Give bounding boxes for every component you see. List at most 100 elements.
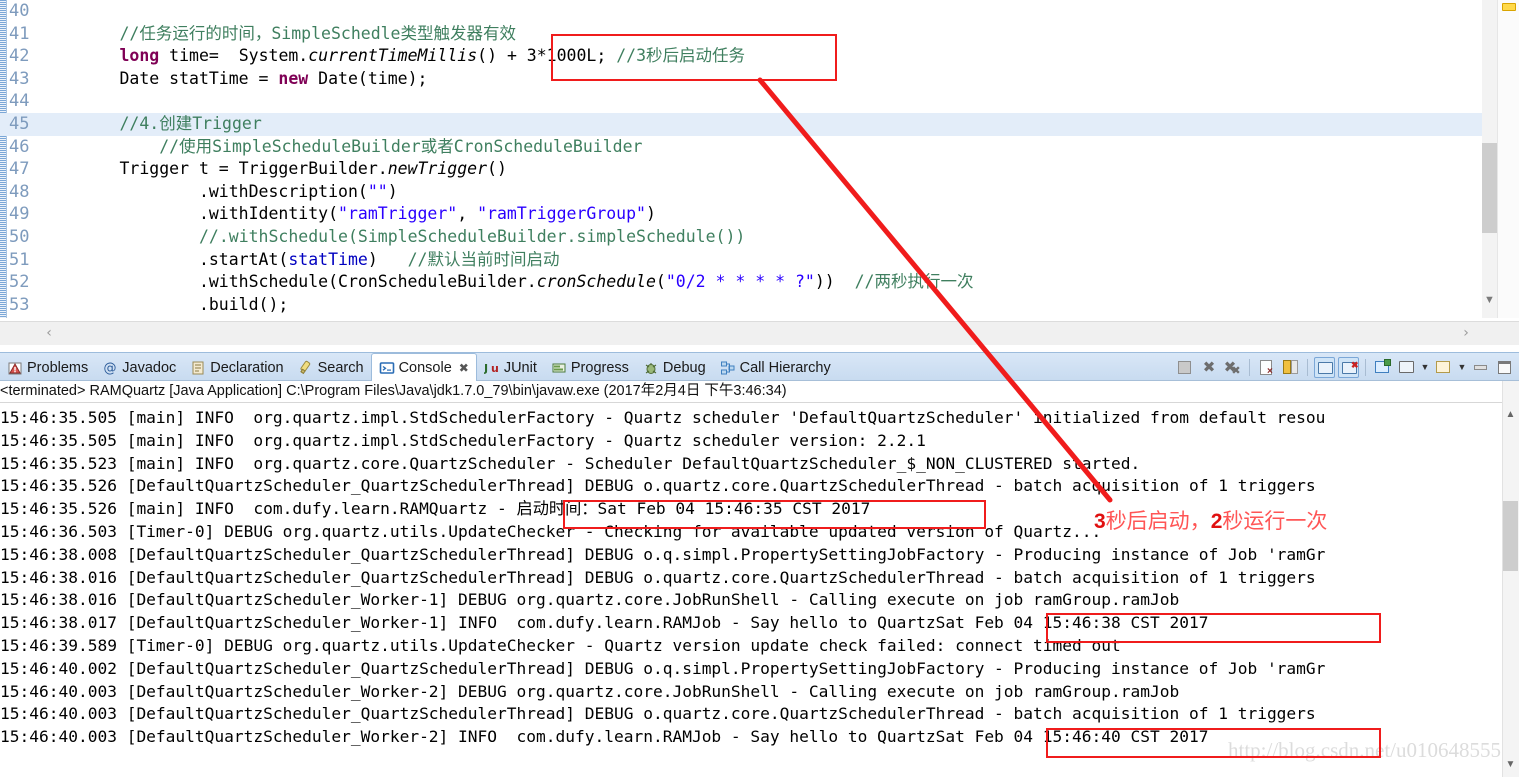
tab-call-hierarchy[interactable]: Call Hierarchy bbox=[713, 353, 838, 382]
code-token: //使用SimpleScheduleBuilder或者CronScheduleB… bbox=[159, 136, 643, 156]
code-line[interactable]: 49 .withIdentity("ramTrigger", "ramTrigg… bbox=[0, 203, 1490, 226]
watermark-text: http://blog.csdn.net/u010648555 bbox=[1228, 738, 1501, 762]
code-token: .withIdentity( bbox=[40, 204, 339, 224]
code-line[interactable]: 41 //任务运行的时间，SimpleSchedle类型触发器有效 bbox=[0, 23, 1490, 46]
code-token: ( bbox=[655, 272, 666, 292]
console-scroll-thumb[interactable] bbox=[1503, 501, 1518, 571]
code-token: () + 3*1000L; bbox=[477, 46, 617, 66]
code-line[interactable]: 51 .startAt(statTime) //默认当前时间启动 bbox=[0, 249, 1490, 272]
code-token: "ramTrigger" bbox=[338, 204, 458, 224]
code-line[interactable]: 45 //4.创建Trigger bbox=[0, 112, 1490, 136]
code-line[interactable]: 46 //使用SimpleScheduleBuilder或者CronSchedu… bbox=[0, 136, 1490, 159]
tab-label: Progress bbox=[570, 359, 629, 376]
editor-scroll-thumb[interactable] bbox=[1482, 143, 1497, 233]
editor-vertical-scrollbar[interactable] bbox=[1482, 0, 1497, 318]
callout-mid: 秒后启动， bbox=[1105, 510, 1211, 533]
declaration-icon bbox=[190, 360, 206, 376]
view-tabs[interactable]: Problems @ Javadoc Declaration Search Console… bbox=[0, 353, 838, 382]
tab-label: Declaration bbox=[210, 359, 284, 376]
code-line[interactable]: 53 .build(); bbox=[0, 294, 1490, 317]
console-log-line: 15:46:40.003 [DefaultQuartzScheduler_Qua… bbox=[0, 704, 1316, 724]
tab-console[interactable]: Console ✖ bbox=[370, 353, 477, 382]
scroll-left-icon[interactable]: ‹ bbox=[38, 322, 60, 345]
code-editor[interactable]: 40 41 //任务运行的时间，SimpleSchedle类型触发器有效 42 lo… bbox=[0, 0, 1519, 345]
editor-scroll-down-icon[interactable]: ▼ bbox=[1482, 290, 1497, 310]
tab-declaration[interactable]: Declaration bbox=[183, 353, 290, 382]
minimize-icon bbox=[1474, 365, 1487, 370]
view-tab-bar[interactable]: Problems @ Javadoc Declaration Search Console… bbox=[0, 352, 1519, 382]
code-line[interactable]: 50 //.withSchedule(SimpleScheduleBuilder… bbox=[0, 226, 1490, 249]
console-vertical-scrollbar[interactable]: ▲ ▼ bbox=[1502, 381, 1519, 777]
warning-marker-icon[interactable] bbox=[1502, 3, 1516, 11]
code-line[interactable]: 40 bbox=[0, 0, 1490, 23]
console-log-output[interactable]: 15:46:35.505 [main] INFO org.quartz.impl… bbox=[0, 407, 1519, 777]
junit-icon: Ju bbox=[483, 360, 500, 376]
close-icon[interactable]: ✖ bbox=[459, 361, 469, 375]
code-line[interactable]: 48 .withDescription("") bbox=[0, 181, 1490, 204]
code-line[interactable]: 43 Date statTime = new Date(time); bbox=[0, 68, 1490, 91]
pin-console-button[interactable] bbox=[1372, 357, 1393, 378]
line-number: 50 bbox=[9, 226, 30, 247]
console-process-label: <terminated> RAMQuartz [Java Application… bbox=[0, 381, 1519, 403]
chevron-down-icon[interactable]: ▼ bbox=[1420, 357, 1430, 378]
chevron-down-icon[interactable]: ▼ bbox=[1457, 357, 1467, 378]
code-token: //默认当前时间启动 bbox=[407, 249, 560, 269]
remove-all-terminated-button[interactable]: ✖ ✖ bbox=[1222, 357, 1243, 378]
code-token: newTrigger bbox=[387, 159, 488, 179]
code-line-text: //任务运行的时间，SimpleSchedle类型触发器有效 bbox=[40, 23, 516, 46]
tab-label: Javadoc bbox=[122, 359, 177, 376]
tab-search[interactable]: Search bbox=[291, 353, 371, 382]
tab-progress[interactable]: Progress bbox=[544, 353, 636, 382]
console-log-line: 15:46:38.016 [DefaultQuartzScheduler_Qua… bbox=[0, 567, 1316, 587]
code-line[interactable]: 42 long time= System.currentTimeMillis()… bbox=[0, 45, 1490, 68]
toolbar-separator bbox=[1365, 359, 1366, 376]
tab-junit[interactable]: Ju JUnit bbox=[477, 353, 544, 382]
code-line-text: .startAt(statTime) //默认当前时间启动 bbox=[40, 249, 560, 272]
display-selected-console-button[interactable] bbox=[1396, 357, 1417, 378]
console-scroll-up-icon[interactable]: ▲ bbox=[1503, 407, 1518, 423]
console-log-line: 15:46:35.505 [main] INFO org.quartz.impl… bbox=[0, 430, 926, 450]
tab-javadoc[interactable]: @ Javadoc bbox=[95, 353, 183, 382]
code-token: Date statTime = bbox=[40, 68, 279, 88]
tab-problems[interactable]: Problems bbox=[0, 353, 95, 382]
editor-overview-ruler[interactable] bbox=[1497, 0, 1519, 318]
console-toolbar[interactable]: ✖ ✖ ✖ × ✖ ▼ ▼ bbox=[1174, 356, 1515, 379]
toolbar-separator bbox=[1307, 359, 1308, 376]
stop-square-icon bbox=[1178, 361, 1191, 374]
console-icon bbox=[379, 360, 395, 376]
console-log-line: 15:46:38.017 [DefaultQuartzScheduler_Wor… bbox=[0, 613, 1209, 633]
scroll-lock-button[interactable] bbox=[1280, 357, 1301, 378]
call-hierarchy-icon bbox=[720, 360, 736, 376]
code-line[interactable]: 52 .withSchedule(CronScheduleBuilder.cro… bbox=[0, 271, 1490, 294]
code-token: .withSchedule(CronScheduleBuilder. bbox=[40, 272, 537, 292]
show-console-on-output-button[interactable] bbox=[1314, 357, 1335, 378]
open-console-button[interactable] bbox=[1433, 357, 1454, 378]
maximize-button[interactable] bbox=[1494, 357, 1515, 378]
minimize-button[interactable] bbox=[1470, 357, 1491, 378]
editor-horizontal-scrollbar[interactable]: ‹ › bbox=[0, 321, 1519, 345]
remove-launch-button[interactable]: ✖ bbox=[1198, 357, 1219, 378]
console-scroll-down-icon[interactable]: ▼ bbox=[1503, 757, 1518, 773]
code-token: "" bbox=[367, 181, 388, 201]
console-log-line: 15:46:39.589 [Timer-0] DEBUG org.quartz.… bbox=[0, 635, 1121, 655]
line-number: 51 bbox=[9, 249, 30, 270]
line-number: 53 bbox=[9, 294, 30, 315]
tab-debug[interactable]: Debug bbox=[636, 353, 713, 382]
console-view[interactable]: <terminated> RAMQuartz [Java Application… bbox=[0, 381, 1519, 777]
code-token: statTime bbox=[288, 249, 368, 269]
maximize-icon bbox=[1498, 361, 1511, 374]
clear-console-button[interactable]: × bbox=[1256, 357, 1277, 378]
terminate-button[interactable] bbox=[1174, 357, 1195, 378]
line-number: 44 bbox=[9, 91, 30, 112]
console-output-icon bbox=[1318, 362, 1333, 374]
code-lines[interactable]: 40 41 //任务运行的时间，SimpleSchedle类型触发器有效 42 lo… bbox=[0, 0, 1490, 316]
show-console-on-error-button[interactable]: ✖ bbox=[1338, 357, 1359, 378]
double-x-icon-2: ✖ bbox=[1231, 364, 1241, 377]
code-line[interactable]: 44 bbox=[0, 90, 1490, 113]
code-line[interactable]: 47 Trigger t = TriggerBuilder.newTrigger… bbox=[0, 158, 1490, 181]
tab-label: Debug bbox=[662, 359, 706, 376]
scroll-right-icon[interactable]: › bbox=[1455, 322, 1477, 345]
